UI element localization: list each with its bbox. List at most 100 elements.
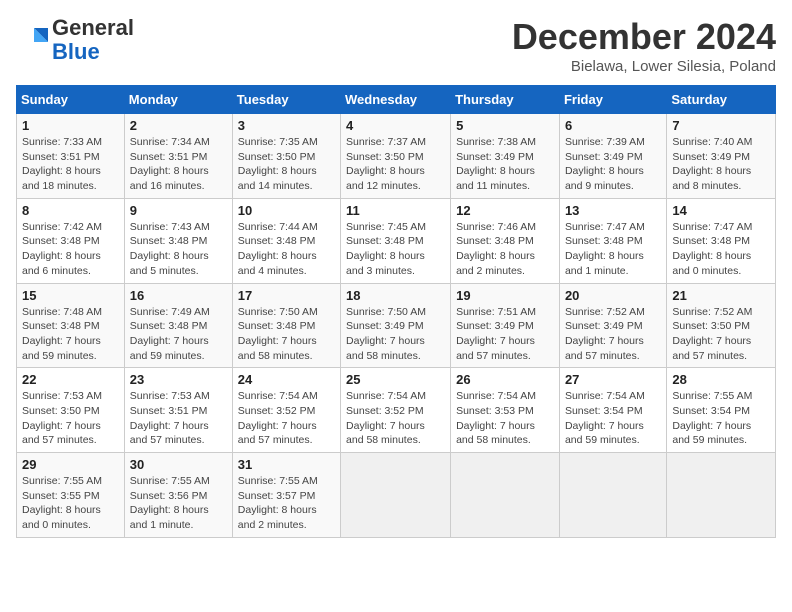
- calendar-cell: 20 Sunrise: 7:52 AM Sunset: 3:49 PM Dayl…: [559, 283, 666, 368]
- header-cell-friday: Friday: [559, 86, 666, 114]
- day-detail: Sunrise: 7:49 AM Sunset: 3:48 PM Dayligh…: [130, 305, 227, 364]
- day-number: 16: [130, 288, 227, 303]
- day-detail: Sunrise: 7:55 AM Sunset: 3:57 PM Dayligh…: [238, 474, 335, 533]
- day-number: 13: [565, 203, 661, 218]
- calendar-cell: 12 Sunrise: 7:46 AM Sunset: 3:48 PM Dayl…: [451, 198, 560, 283]
- day-detail: Sunrise: 7:47 AM Sunset: 3:48 PM Dayligh…: [565, 220, 661, 279]
- calendar-cell: 16 Sunrise: 7:49 AM Sunset: 3:48 PM Dayl…: [124, 283, 232, 368]
- day-number: 30: [130, 457, 227, 472]
- logo-text: General Blue: [52, 16, 134, 64]
- day-number: 20: [565, 288, 661, 303]
- day-detail: Sunrise: 7:54 AM Sunset: 3:52 PM Dayligh…: [238, 389, 335, 448]
- calendar-cell: 4 Sunrise: 7:37 AM Sunset: 3:50 PM Dayli…: [341, 114, 451, 199]
- calendar-cell: [341, 453, 451, 538]
- day-detail: Sunrise: 7:46 AM Sunset: 3:48 PM Dayligh…: [456, 220, 554, 279]
- day-number: 5: [456, 118, 554, 133]
- day-detail: Sunrise: 7:51 AM Sunset: 3:49 PM Dayligh…: [456, 305, 554, 364]
- calendar-cell: 28 Sunrise: 7:55 AM Sunset: 3:54 PM Dayl…: [667, 368, 776, 453]
- day-detail: Sunrise: 7:54 AM Sunset: 3:53 PM Dayligh…: [456, 389, 554, 448]
- logo-icon: [16, 24, 48, 56]
- calendar-week-4: 22 Sunrise: 7:53 AM Sunset: 3:50 PM Dayl…: [17, 368, 776, 453]
- day-number: 6: [565, 118, 661, 133]
- calendar-cell: 26 Sunrise: 7:54 AM Sunset: 3:53 PM Dayl…: [451, 368, 560, 453]
- calendar-cell: 25 Sunrise: 7:54 AM Sunset: 3:52 PM Dayl…: [341, 368, 451, 453]
- day-number: 29: [22, 457, 119, 472]
- day-number: 22: [22, 372, 119, 387]
- month-title: December 2024: [512, 16, 776, 58]
- calendar-cell: 13 Sunrise: 7:47 AM Sunset: 3:48 PM Dayl…: [559, 198, 666, 283]
- day-detail: Sunrise: 7:52 AM Sunset: 3:49 PM Dayligh…: [565, 305, 661, 364]
- calendar-cell: 29 Sunrise: 7:55 AM Sunset: 3:55 PM Dayl…: [17, 453, 125, 538]
- day-number: 1: [22, 118, 119, 133]
- header-cell-tuesday: Tuesday: [232, 86, 340, 114]
- header-cell-thursday: Thursday: [451, 86, 560, 114]
- calendar-cell: 5 Sunrise: 7:38 AM Sunset: 3:49 PM Dayli…: [451, 114, 560, 199]
- calendar-cell: [559, 453, 666, 538]
- calendar-cell: 11 Sunrise: 7:45 AM Sunset: 3:48 PM Dayl…: [341, 198, 451, 283]
- calendar-cell: [451, 453, 560, 538]
- day-number: 10: [238, 203, 335, 218]
- day-detail: Sunrise: 7:45 AM Sunset: 3:48 PM Dayligh…: [346, 220, 445, 279]
- day-detail: Sunrise: 7:53 AM Sunset: 3:51 PM Dayligh…: [130, 389, 227, 448]
- day-number: 19: [456, 288, 554, 303]
- logo: General Blue: [16, 16, 134, 64]
- day-detail: Sunrise: 7:44 AM Sunset: 3:48 PM Dayligh…: [238, 220, 335, 279]
- calendar-cell: 23 Sunrise: 7:53 AM Sunset: 3:51 PM Dayl…: [124, 368, 232, 453]
- day-detail: Sunrise: 7:43 AM Sunset: 3:48 PM Dayligh…: [130, 220, 227, 279]
- day-detail: Sunrise: 7:55 AM Sunset: 3:54 PM Dayligh…: [672, 389, 770, 448]
- day-number: 14: [672, 203, 770, 218]
- calendar-week-1: 1 Sunrise: 7:33 AM Sunset: 3:51 PM Dayli…: [17, 114, 776, 199]
- day-number: 31: [238, 457, 335, 472]
- day-detail: Sunrise: 7:50 AM Sunset: 3:48 PM Dayligh…: [238, 305, 335, 364]
- calendar-cell: 2 Sunrise: 7:34 AM Sunset: 3:51 PM Dayli…: [124, 114, 232, 199]
- header-row: SundayMondayTuesdayWednesdayThursdayFrid…: [17, 86, 776, 114]
- calendar-cell: 19 Sunrise: 7:51 AM Sunset: 3:49 PM Dayl…: [451, 283, 560, 368]
- day-detail: Sunrise: 7:50 AM Sunset: 3:49 PM Dayligh…: [346, 305, 445, 364]
- day-detail: Sunrise: 7:55 AM Sunset: 3:56 PM Dayligh…: [130, 474, 227, 533]
- calendar-header: SundayMondayTuesdayWednesdayThursdayFrid…: [17, 86, 776, 114]
- logo-general: General: [52, 15, 134, 40]
- day-number: 26: [456, 372, 554, 387]
- day-number: 2: [130, 118, 227, 133]
- calendar-cell: 1 Sunrise: 7:33 AM Sunset: 3:51 PM Dayli…: [17, 114, 125, 199]
- calendar-cell: 17 Sunrise: 7:50 AM Sunset: 3:48 PM Dayl…: [232, 283, 340, 368]
- day-number: 24: [238, 372, 335, 387]
- day-detail: Sunrise: 7:40 AM Sunset: 3:49 PM Dayligh…: [672, 135, 770, 194]
- page-header: General Blue December 2024 Bielawa, Lowe…: [16, 16, 776, 75]
- day-number: 18: [346, 288, 445, 303]
- calendar-cell: 15 Sunrise: 7:48 AM Sunset: 3:48 PM Dayl…: [17, 283, 125, 368]
- day-number: 7: [672, 118, 770, 133]
- day-number: 28: [672, 372, 770, 387]
- calendar-body: 1 Sunrise: 7:33 AM Sunset: 3:51 PM Dayli…: [17, 114, 776, 538]
- calendar-cell: 24 Sunrise: 7:54 AM Sunset: 3:52 PM Dayl…: [232, 368, 340, 453]
- header-cell-saturday: Saturday: [667, 86, 776, 114]
- header-cell-sunday: Sunday: [17, 86, 125, 114]
- calendar-week-5: 29 Sunrise: 7:55 AM Sunset: 3:55 PM Dayl…: [17, 453, 776, 538]
- day-number: 8: [22, 203, 119, 218]
- day-number: 21: [672, 288, 770, 303]
- day-detail: Sunrise: 7:39 AM Sunset: 3:49 PM Dayligh…: [565, 135, 661, 194]
- calendar-cell: 27 Sunrise: 7:54 AM Sunset: 3:54 PM Dayl…: [559, 368, 666, 453]
- day-detail: Sunrise: 7:53 AM Sunset: 3:50 PM Dayligh…: [22, 389, 119, 448]
- calendar-cell: 14 Sunrise: 7:47 AM Sunset: 3:48 PM Dayl…: [667, 198, 776, 283]
- day-number: 23: [130, 372, 227, 387]
- day-number: 3: [238, 118, 335, 133]
- calendar-cell: 21 Sunrise: 7:52 AM Sunset: 3:50 PM Dayl…: [667, 283, 776, 368]
- calendar-table: SundayMondayTuesdayWednesdayThursdayFrid…: [16, 85, 776, 538]
- title-block: December 2024 Bielawa, Lower Silesia, Po…: [512, 16, 776, 75]
- day-detail: Sunrise: 7:38 AM Sunset: 3:49 PM Dayligh…: [456, 135, 554, 194]
- day-detail: Sunrise: 7:54 AM Sunset: 3:54 PM Dayligh…: [565, 389, 661, 448]
- calendar-cell: 7 Sunrise: 7:40 AM Sunset: 3:49 PM Dayli…: [667, 114, 776, 199]
- calendar-week-3: 15 Sunrise: 7:48 AM Sunset: 3:48 PM Dayl…: [17, 283, 776, 368]
- day-detail: Sunrise: 7:52 AM Sunset: 3:50 PM Dayligh…: [672, 305, 770, 364]
- day-detail: Sunrise: 7:37 AM Sunset: 3:50 PM Dayligh…: [346, 135, 445, 194]
- calendar-cell: 9 Sunrise: 7:43 AM Sunset: 3:48 PM Dayli…: [124, 198, 232, 283]
- day-detail: Sunrise: 7:47 AM Sunset: 3:48 PM Dayligh…: [672, 220, 770, 279]
- calendar-cell: 6 Sunrise: 7:39 AM Sunset: 3:49 PM Dayli…: [559, 114, 666, 199]
- day-number: 27: [565, 372, 661, 387]
- day-detail: Sunrise: 7:55 AM Sunset: 3:55 PM Dayligh…: [22, 474, 119, 533]
- day-detail: Sunrise: 7:42 AM Sunset: 3:48 PM Dayligh…: [22, 220, 119, 279]
- day-number: 4: [346, 118, 445, 133]
- calendar-cell: 18 Sunrise: 7:50 AM Sunset: 3:49 PM Dayl…: [341, 283, 451, 368]
- calendar-cell: 31 Sunrise: 7:55 AM Sunset: 3:57 PM Dayl…: [232, 453, 340, 538]
